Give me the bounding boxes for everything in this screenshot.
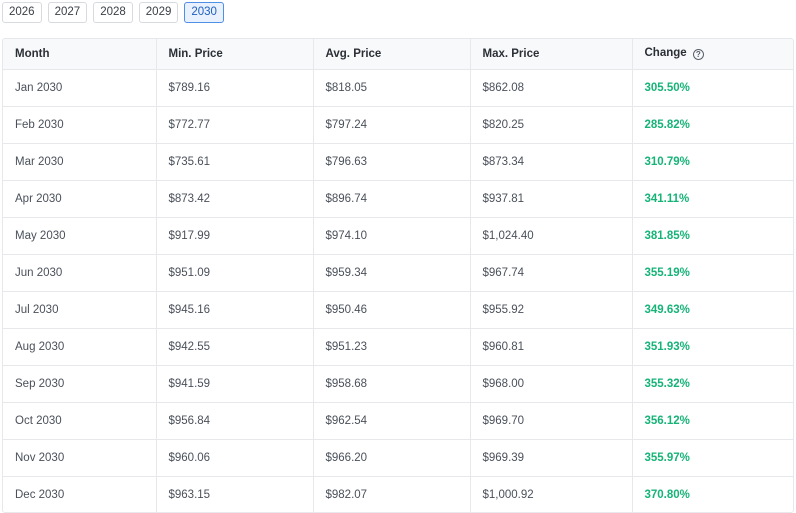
cell-avg-price: $950.46 bbox=[313, 291, 471, 329]
table-row: Aug 2030 $942.55 $951.23 $960.81 351.93% bbox=[3, 328, 793, 366]
cell-max-price: $955.92 bbox=[470, 291, 633, 329]
cell-change: 355.32% bbox=[632, 365, 793, 403]
table-row: Dec 2030 $963.15 $982.07 $1,000.92 370.80% bbox=[3, 476, 793, 512]
cell-min-price: $772.77 bbox=[156, 106, 314, 144]
cell-min-price: $945.16 bbox=[156, 291, 314, 329]
cell-avg-price: $959.34 bbox=[313, 254, 471, 292]
cell-month: Nov 2030 bbox=[3, 439, 157, 477]
cell-max-price: $968.00 bbox=[470, 365, 633, 403]
cell-month: Jul 2030 bbox=[3, 291, 157, 329]
cell-min-price: $942.55 bbox=[156, 328, 314, 366]
cell-max-price: $862.08 bbox=[470, 69, 633, 107]
table-row: Feb 2030 $772.77 $797.24 $820.25 285.82% bbox=[3, 106, 793, 144]
cell-change: 381.85% bbox=[632, 217, 793, 255]
cell-month: Mar 2030 bbox=[3, 143, 157, 181]
cell-max-price: $969.70 bbox=[470, 402, 633, 440]
price-table: Month Min. Price Avg. Price Max. Price C… bbox=[3, 39, 793, 512]
table-body: Jan 2030 $789.16 $818.05 $862.08 305.50% Feb … bbox=[3, 69, 793, 512]
cell-min-price: $956.84 bbox=[156, 402, 314, 440]
year-tabs: 2026 2027 2028 2029 2030 bbox=[2, 2, 224, 23]
table-row: Jul 2030 $945.16 $950.46 $955.92 349.63% bbox=[3, 291, 793, 329]
cell-avg-price: $966.20 bbox=[313, 439, 471, 477]
cell-avg-price: $962.54 bbox=[313, 402, 471, 440]
cell-max-price: $960.81 bbox=[470, 328, 633, 366]
table-row: May 2030 $917.99 $974.10 $1,024.40 381.85% bbox=[3, 217, 793, 255]
cell-min-price: $941.59 bbox=[156, 365, 314, 403]
cell-min-price: $917.99 bbox=[156, 217, 314, 255]
table-row: Mar 2030 $735.61 $796.63 $873.34 310.79% bbox=[3, 143, 793, 181]
header-month: Month bbox=[3, 39, 157, 70]
cell-change: 351.93% bbox=[632, 328, 793, 366]
year-tab-2030[interactable]: 2030 bbox=[184, 2, 224, 23]
cell-max-price: $1,000.92 bbox=[470, 476, 633, 512]
cell-change: 341.11% bbox=[632, 180, 793, 218]
year-tab-2029[interactable]: 2029 bbox=[138, 2, 179, 23]
table-row: Apr 2030 $873.42 $896.74 $937.81 341.11% bbox=[3, 180, 793, 218]
help-icon[interactable]: ? bbox=[692, 49, 704, 61]
cell-avg-price: $896.74 bbox=[313, 180, 471, 218]
year-tab-2027[interactable]: 2027 bbox=[47, 2, 88, 23]
header-avg-price: Avg. Price bbox=[313, 39, 471, 70]
cell-max-price: $820.25 bbox=[470, 106, 633, 144]
header-min-price: Min. Price bbox=[156, 39, 314, 70]
cell-avg-price: $982.07 bbox=[313, 476, 471, 512]
table-header-row: Month Min. Price Avg. Price Max. Price C… bbox=[3, 39, 793, 70]
table-row: Oct 2030 $956.84 $962.54 $969.70 356.12% bbox=[3, 402, 793, 440]
cell-change: 285.82% bbox=[632, 106, 793, 144]
cell-month: Dec 2030 bbox=[3, 476, 157, 512]
cell-month: Jan 2030 bbox=[3, 69, 157, 107]
cell-month: May 2030 bbox=[3, 217, 157, 255]
cell-change: 355.97% bbox=[632, 439, 793, 477]
cell-change: 305.50% bbox=[632, 69, 793, 107]
cell-month: Aug 2030 bbox=[3, 328, 157, 366]
cell-max-price: $873.34 bbox=[470, 143, 633, 181]
cell-month: Sep 2030 bbox=[3, 365, 157, 403]
cell-avg-price: $951.23 bbox=[313, 328, 471, 366]
cell-month: Feb 2030 bbox=[3, 106, 157, 144]
cell-min-price: $960.06 bbox=[156, 439, 314, 477]
cell-change: 310.79% bbox=[632, 143, 793, 181]
cell-max-price: $937.81 bbox=[470, 180, 633, 218]
cell-change: 356.12% bbox=[632, 402, 793, 440]
cell-change: 370.80% bbox=[644, 488, 690, 501]
cell-avg-price: $958.68 bbox=[313, 365, 471, 403]
year-tab-2028[interactable]: 2028 bbox=[93, 2, 133, 23]
cell-max-price: $967.74 bbox=[470, 254, 633, 292]
cell-avg-price: $797.24 bbox=[313, 106, 471, 144]
table-row: Jan 2030 $789.16 $818.05 $862.08 305.50% bbox=[3, 69, 793, 107]
year-tab-2026[interactable]: 2026 bbox=[2, 2, 42, 23]
cell-max-price: $1,024.40 bbox=[470, 217, 633, 255]
cell-max-price: $969.39 bbox=[470, 439, 633, 477]
cell-avg-price: $974.10 bbox=[313, 217, 471, 255]
cell-avg-price: $818.05 bbox=[313, 69, 471, 107]
cell-change: 355.19% bbox=[632, 254, 793, 292]
cell-min-price: $951.09 bbox=[156, 254, 314, 292]
cell-change: 349.63% bbox=[632, 291, 793, 329]
header-change-label: Change bbox=[644, 47, 687, 60]
cell-month: Oct 2030 bbox=[3, 402, 157, 440]
table-row: Sep 2030 $941.59 $958.68 $968.00 355.32% bbox=[3, 365, 793, 403]
price-prediction-table: Month Min. Price Avg. Price Max. Price C… bbox=[2, 38, 794, 513]
cell-min-price: $963.15 bbox=[156, 476, 314, 512]
table-row: Jun 2030 $951.09 $959.34 $967.74 355.19% bbox=[3, 254, 793, 292]
cell-min-price: $873.42 bbox=[156, 180, 314, 218]
header-change: Change ? bbox=[632, 39, 793, 70]
cell-month: Jun 2030 bbox=[3, 254, 157, 292]
cell-min-price: $789.16 bbox=[156, 69, 314, 107]
cell-month: Apr 2030 bbox=[3, 180, 157, 218]
cell-min-price: $735.61 bbox=[156, 143, 314, 181]
table-row: Nov 2030 $960.06 $966.20 $969.39 355.97% bbox=[3, 439, 793, 477]
header-max-price: Max. Price bbox=[470, 39, 633, 70]
cell-avg-price: $796.63 bbox=[313, 143, 471, 181]
